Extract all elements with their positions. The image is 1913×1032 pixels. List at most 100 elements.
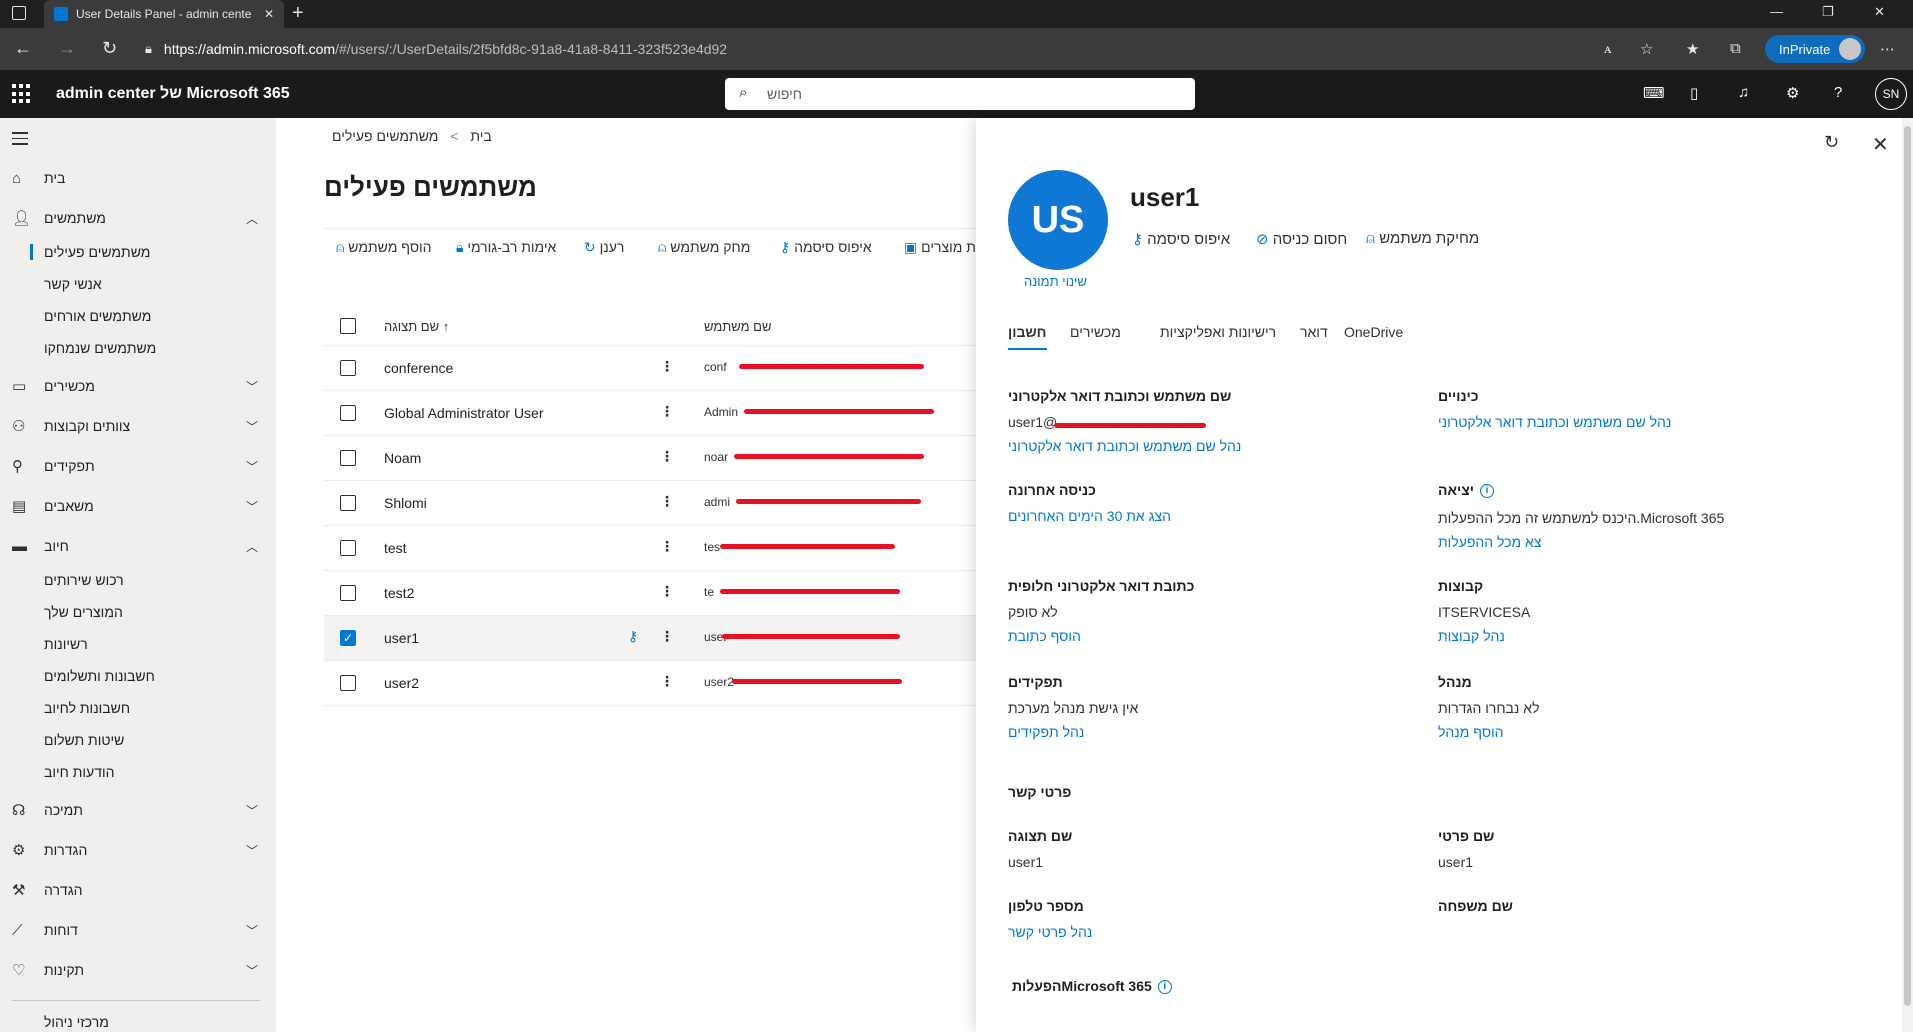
row-checkbox[interactable] [340,405,356,421]
tab-licenses-apps[interactable]: רישיונות ואפליקציות [1160,324,1276,340]
more-actions-icon[interactable]: ⋮ [660,493,674,510]
breadcrumb-home[interactable]: בית [470,128,491,144]
notifications-icon[interactable]: ♫ [1738,84,1749,101]
reset-password-icon[interactable]: ⚷ [628,628,638,645]
nav-sub-guest-users[interactable]: משתמשים אורחים [0,302,276,330]
new-tab-icon[interactable]: + [292,2,304,25]
inprivate-button[interactable]: InPrivate [1765,35,1865,63]
manage-groups-link[interactable]: נהל קבוצות [1438,628,1505,644]
tab-actions-icon[interactable] [12,6,26,20]
app-launcher-icon[interactable] [12,84,32,104]
nav-sub-products[interactable]: המוצרים שלך [0,598,276,626]
row-display-name[interactable]: conference [384,360,453,376]
help-icon[interactable]: ? [1834,84,1842,101]
back-icon[interactable]: ← [14,38,32,59]
row-checkbox[interactable] [340,450,356,466]
nav-sub-purchase[interactable]: רכוש שירותים [0,566,276,594]
table-row-selected[interactable]: ✓ user1 ⚷ ⋮ user [324,616,976,661]
admin-centers-label[interactable]: מרכזי ניהול [44,1014,109,1030]
tab-onedrive[interactable]: OneDrive [1344,324,1403,340]
row-checkbox[interactable] [340,360,356,376]
nav-sub-licenses[interactable]: רשיונות [0,630,276,658]
block-signin-action[interactable]: ⊘ חסום כניסה [1252,230,1347,248]
nav-item-setup[interactable]: ⚒ הגדרה [0,874,276,906]
minimize-icon[interactable]: — [1770,4,1783,19]
more-actions-icon[interactable]: ⋮ [660,673,674,690]
tab-mail[interactable]: דואר [1300,324,1328,340]
refresh-icon[interactable]: ↻ [102,38,117,59]
row-checkbox[interactable] [340,675,356,691]
read-aloud-icon[interactable]: ꭺ [1604,40,1612,57]
row-checkbox-checked[interactable]: ✓ [340,630,356,646]
nav-item-devices[interactable]: ▭ מכשירים ﹀ [0,370,276,402]
tab-account[interactable]: חשבון [1008,324,1047,350]
nav-item-home[interactable]: ⌂ בית [0,162,276,194]
manage-roles-link[interactable]: נהל תפקידים [1008,724,1084,740]
nav-item-health[interactable]: ♡ תקינות ﹀ [0,954,276,986]
nav-sub-billing-notifications[interactable]: הודעות חיוב [0,758,276,786]
nav-item-resources[interactable]: ▤ משאבים ﹀ [0,490,276,522]
row-checkbox[interactable] [340,585,356,601]
restore-icon[interactable]: ❐ [1822,4,1834,20]
add-address-link[interactable]: הוסף כתובת [1008,628,1081,644]
table-row[interactable]: Noam ⋮ noar [324,436,976,481]
more-actions-icon[interactable]: ⋮ [660,448,674,465]
row-display-name[interactable]: Shlomi [384,495,427,511]
row-display-name[interactable]: test [384,540,407,556]
signout-all-link[interactable]: צא מכל ההפעלות [1438,534,1541,550]
last-30-days-link[interactable]: הצג את 30 הימים האחרונים [1008,508,1171,524]
manage-upn-link[interactable]: נהל שם משתמש וכתובת דואר אלקטרוני [1008,438,1241,454]
browser-tab[interactable]: User Details Panel - admin cente ✕ [44,0,284,28]
row-display-name[interactable]: Noam [384,450,421,466]
close-tab-icon[interactable]: ✕ [264,7,274,21]
add-user-button[interactable]: ⍝ הוסף משתמש [332,239,432,256]
search-input[interactable]: ⌕ חיפוש [725,78,1195,110]
manage-contact-link[interactable]: נהל פרטי קשר [1008,924,1092,940]
nav-item-reports[interactable]: ⟋ דוחות ﹀ [0,914,276,946]
nav-sub-contacts[interactable]: אנשי קשר [0,270,276,298]
tab-devices[interactable]: מכשירים [1070,324,1121,340]
refresh-button[interactable]: ↻ רענן [580,239,624,256]
table-row[interactable]: test ⋮ tes [324,526,976,571]
row-checkbox[interactable] [340,495,356,511]
info-icon[interactable]: i [1157,980,1172,995]
forward-icon[interactable]: → [58,38,76,59]
select-all-checkbox[interactable] [340,318,356,334]
row-display-name[interactable]: test2 [384,585,414,601]
table-row[interactable]: user2 ⋮ user2 [324,661,976,706]
row-checkbox[interactable] [340,540,356,556]
more-actions-icon[interactable]: ⋮ [660,538,674,555]
nav-sub-payment-methods[interactable]: שיטות תשלום [0,726,276,754]
nav-sub-deleted-users[interactable]: משתמשים שנמחקו [0,334,276,362]
refresh-icon[interactable]: ↻ [1824,132,1839,153]
nav-sub-bills[interactable]: חשבונות ותשלומים [0,662,276,690]
document-icon[interactable]: ▯ [1690,84,1698,102]
nav-item-roles[interactable]: ⚲ תפקידים ﹀ [0,450,276,482]
account-avatar[interactable]: SN [1875,78,1907,110]
table-row[interactable]: Global Administrator User ⋮ Admin [324,391,976,436]
reset-password-button[interactable]: ⚷ איפוס סיסמה [776,239,872,256]
panel-scrollbar[interactable] [1902,118,1913,1032]
close-icon[interactable]: ✕ [1872,132,1889,157]
lock-icon[interactable]: 🔒︎ [145,41,152,57]
column-username[interactable]: שם משתמש [704,319,772,334]
nav-sub-active-users[interactable]: משתמשים פעילים [0,238,276,266]
change-photo-link[interactable]: שינוי תמונה [1024,274,1087,289]
hamburger-icon[interactable] [12,132,28,149]
row-display-name[interactable]: user1 [384,630,419,646]
info-icon[interactable]: i [1479,484,1494,499]
app-name[interactable]: admin center של Microsoft 365 [56,85,290,103]
manage-products-button[interactable]: ▣ ת מוצרים [900,239,976,256]
nav-item-users[interactable]: 👤︎ משתמשים ︿ [0,202,276,234]
nav-item-support[interactable]: ☊ תמיכה ﹀ [0,794,276,826]
reset-password-action[interactable]: ⚷ איפוס סיסמה [1128,230,1230,248]
column-display-name[interactable]: שם תצוגה ↑ [384,319,449,334]
table-row[interactable]: test2 ⋮ te [324,571,976,616]
delete-user-action[interactable]: ⍝ מחיקת משתמש [1362,230,1479,247]
close-window-icon[interactable]: ✕ [1874,4,1885,20]
more-options-icon[interactable]: ⋯ [1880,40,1895,58]
nav-item-teams[interactable]: ⚇ צוותים וקבוצות ﹀ [0,410,276,442]
row-display-name[interactable]: user2 [384,675,419,691]
table-row[interactable]: conference ⋮ conf [324,346,976,391]
collections-icon[interactable]: ⧉ [1730,40,1741,57]
